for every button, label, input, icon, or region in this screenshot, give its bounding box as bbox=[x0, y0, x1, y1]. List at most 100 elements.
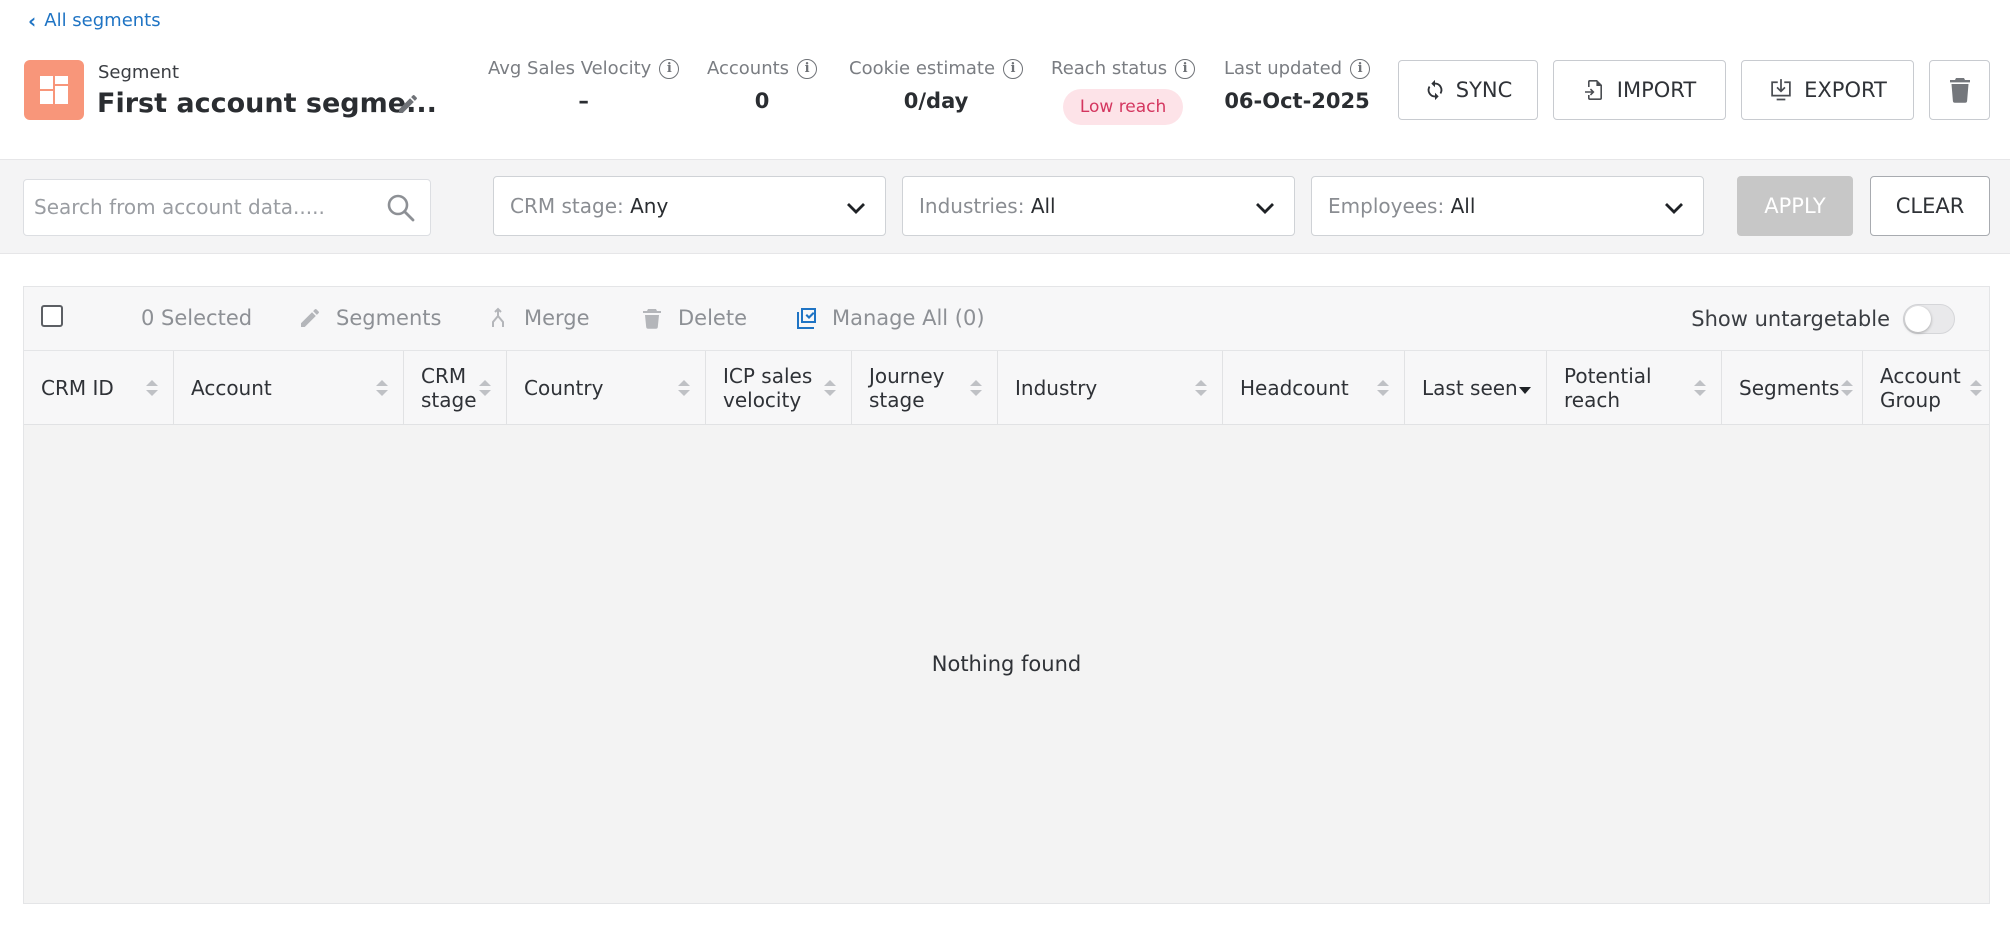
sort-icon[interactable] bbox=[1969, 377, 1983, 399]
merge-icon bbox=[492, 307, 504, 327]
employees-dropdown[interactable]: Employees: All bbox=[1311, 176, 1704, 236]
pencil-icon bbox=[301, 308, 319, 327]
sort-icon[interactable] bbox=[969, 377, 983, 399]
export-label: EXPORT bbox=[1804, 78, 1887, 102]
show-untargetable-toggle[interactable] bbox=[1903, 304, 1955, 334]
column-header-last-seen[interactable]: Last seen bbox=[1405, 351, 1547, 425]
sort-icon[interactable] bbox=[1194, 377, 1208, 399]
toggle-knob bbox=[1905, 306, 1931, 332]
pencil-edit-icon[interactable] bbox=[396, 92, 420, 116]
manage-all-action[interactable]: Manage All (0) bbox=[794, 306, 985, 330]
industries-dropdown[interactable]: Industries: All bbox=[902, 176, 1295, 236]
column-label: Account bbox=[191, 376, 272, 400]
stat-value: 06-Oct-2025 bbox=[1224, 89, 1370, 113]
sync-icon bbox=[1427, 79, 1443, 101]
dropdown-label: Industries: bbox=[919, 194, 1031, 218]
column-header-crm-stage[interactable]: CRM stage bbox=[404, 351, 507, 425]
select-all-checkbox[interactable] bbox=[41, 305, 63, 327]
stat-cookie-estimate: Cookie estimate i 0/day bbox=[849, 58, 1024, 113]
column-label: ICP sales velocity bbox=[723, 364, 813, 412]
delete-segment-button[interactable] bbox=[1929, 60, 1990, 120]
stat-value: 0 bbox=[754, 89, 770, 113]
export-button[interactable]: EXPORT bbox=[1741, 60, 1914, 120]
sort-icon[interactable] bbox=[1693, 377, 1707, 399]
apply-button[interactable]: APPLY bbox=[1737, 176, 1853, 236]
column-header-crm-id[interactable]: CRM ID bbox=[24, 351, 174, 425]
dropdown-value: All bbox=[1030, 194, 1056, 218]
search-input[interactable] bbox=[34, 180, 374, 234]
selected-count-label: 0 Selected bbox=[141, 306, 253, 330]
table-toolbar: 0 Selected Segments Merge Delete Manage … bbox=[24, 287, 1989, 351]
empty-state-message: Nothing found bbox=[931, 652, 1082, 676]
search-icon[interactable] bbox=[386, 193, 416, 223]
clear-button[interactable]: CLEAR bbox=[1870, 176, 1990, 236]
delete-action-label: Delete bbox=[678, 306, 747, 330]
stat-label: Last updated bbox=[1224, 58, 1343, 79]
back-link-label: All segments bbox=[44, 10, 161, 31]
info-icon[interactable]: i bbox=[1175, 58, 1196, 79]
chevron-down-icon bbox=[1665, 203, 1683, 214]
chevron-down-icon bbox=[1256, 203, 1274, 214]
crm-stage-dropdown[interactable]: CRM stage: Any bbox=[493, 176, 886, 236]
merge-action[interactable]: Merge bbox=[486, 306, 590, 330]
manage-all-label: Manage All (0) bbox=[832, 306, 985, 330]
info-icon[interactable]: i bbox=[1350, 58, 1371, 79]
sync-button[interactable]: SYNC bbox=[1398, 60, 1538, 120]
column-header-country[interactable]: Country bbox=[507, 351, 706, 425]
stat-value: – bbox=[578, 89, 589, 113]
merge-action-label: Merge bbox=[524, 306, 590, 330]
sort-icon[interactable] bbox=[823, 377, 837, 399]
show-untargetable-label: Show untargetable bbox=[1691, 307, 1890, 331]
segment-name: First account segme... bbox=[97, 88, 437, 119]
column-label: Journey stage bbox=[869, 364, 945, 412]
sync-label: SYNC bbox=[1455, 78, 1513, 102]
trash-icon bbox=[1949, 78, 1970, 103]
column-label: CRM ID bbox=[41, 376, 114, 400]
sort-icon[interactable] bbox=[145, 377, 159, 399]
selected-count: 0 Selected bbox=[141, 306, 252, 330]
segment-label: Segment bbox=[98, 62, 179, 83]
segments-action-label: Segments bbox=[336, 306, 442, 330]
sort-icon[interactable] bbox=[478, 377, 492, 399]
column-header-account-group[interactable]: Account Group bbox=[1863, 351, 1989, 425]
column-label: Account Group bbox=[1880, 364, 1961, 412]
column-label: CRM stage bbox=[421, 364, 477, 412]
stat-label: Cookie estimate bbox=[849, 58, 996, 79]
sort-icon[interactable] bbox=[1840, 377, 1854, 399]
chevron-left-icon: ‹ bbox=[28, 8, 37, 33]
column-header-industry[interactable]: Industry bbox=[998, 351, 1223, 425]
delete-action[interactable]: Delete bbox=[640, 306, 747, 330]
column-header-icp-sales-velocity[interactable]: ICP sales velocity bbox=[706, 351, 852, 425]
column-label: Headcount bbox=[1240, 376, 1349, 400]
column-header-journey-stage[interactable]: Journey stage bbox=[852, 351, 998, 425]
import-file-icon bbox=[1584, 80, 1602, 100]
column-label: Country bbox=[524, 376, 604, 400]
sort-icon[interactable] bbox=[375, 377, 389, 399]
sort-icon[interactable] bbox=[677, 377, 691, 399]
column-header-potential-reach[interactable]: Potential reach bbox=[1547, 351, 1722, 425]
checklist-icon bbox=[797, 308, 816, 329]
reach-status-badge: Low reach bbox=[1062, 89, 1184, 125]
stat-value: 0/day bbox=[903, 89, 969, 113]
accounts-table: 0 Selected Segments Merge Delete Manage … bbox=[23, 286, 1990, 904]
info-icon[interactable]: i bbox=[797, 58, 818, 79]
column-header-segments[interactable]: Segments bbox=[1722, 351, 1863, 425]
column-label: Segments bbox=[1739, 376, 1840, 400]
stat-last-updated: Last updated i 06-Oct-2025 bbox=[1224, 58, 1371, 113]
info-icon[interactable]: i bbox=[659, 58, 680, 79]
stat-accounts: Accounts i 0 bbox=[707, 58, 818, 113]
column-label: Industry bbox=[1015, 376, 1098, 400]
column-header-account[interactable]: Account bbox=[174, 351, 404, 425]
dropdown-value: Any bbox=[630, 194, 669, 218]
sort-icon[interactable] bbox=[1376, 377, 1390, 399]
back-to-all-segments-link[interactable]: ‹ All segments bbox=[28, 10, 161, 31]
sort-desc-icon[interactable] bbox=[1518, 377, 1532, 399]
stat-label: Avg Sales Velocity bbox=[488, 58, 652, 79]
segments-action[interactable]: Segments bbox=[298, 306, 441, 330]
import-button[interactable]: IMPORT bbox=[1553, 60, 1726, 120]
dropdown-label: Employees: bbox=[1328, 194, 1451, 218]
chevron-down-icon bbox=[847, 203, 865, 214]
column-header-headcount[interactable]: Headcount bbox=[1223, 351, 1405, 425]
account-search[interactable] bbox=[23, 179, 431, 236]
info-icon[interactable]: i bbox=[1003, 58, 1024, 79]
